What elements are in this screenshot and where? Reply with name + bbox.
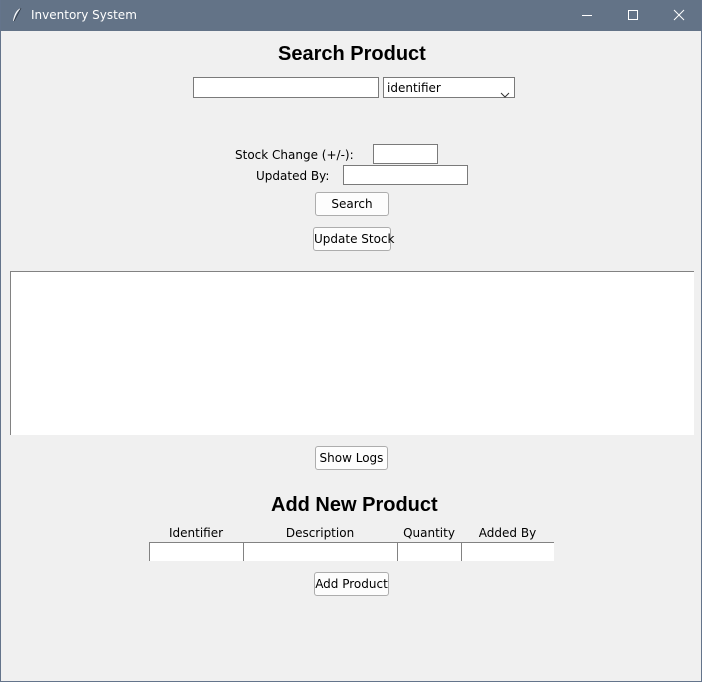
updated-by-input[interactable] <box>343 165 468 185</box>
quantity-column-label: Quantity <box>403 526 455 540</box>
maximize-icon <box>628 10 638 20</box>
description-column-label: Description <box>285 526 355 540</box>
minimize-button[interactable] <box>564 0 610 31</box>
feather-icon <box>10 7 24 23</box>
add-product-button[interactable]: Add Product <box>314 572 389 596</box>
app-window: Inventory System Search Product identifi… <box>0 0 702 682</box>
stock-change-label: Stock Change (+/-): <box>235 148 354 162</box>
identifier-input[interactable] <box>149 542 243 561</box>
maximize-button[interactable] <box>610 0 656 31</box>
stock-change-input[interactable] <box>373 144 438 164</box>
search-button[interactable]: Search <box>315 192 389 216</box>
identifier-column-label: Identifier <box>168 526 224 540</box>
add-product-heading: Add New Product <box>271 494 438 516</box>
minimize-icon <box>582 15 592 16</box>
quantity-input[interactable] <box>397 542 461 561</box>
search-input[interactable] <box>193 77 379 98</box>
title-bar[interactable]: Inventory System <box>1 0 701 31</box>
description-input[interactable] <box>243 542 397 561</box>
window-title: Inventory System <box>31 8 137 22</box>
added-by-column-label: Added By <box>478 526 537 540</box>
updated-by-label: Updated By: <box>256 169 330 183</box>
show-logs-button[interactable]: Show Logs <box>315 446 388 470</box>
close-button[interactable] <box>656 0 701 31</box>
results-textarea[interactable] <box>10 271 694 435</box>
chevron-down-icon <box>500 84 510 103</box>
search-field-dropdown[interactable]: identifier <box>383 77 515 98</box>
added-by-input[interactable] <box>461 542 554 561</box>
update-stock-button[interactable]: Update Stock <box>313 227 394 251</box>
close-icon <box>673 9 685 21</box>
search-field-value: identifier <box>387 81 441 95</box>
search-heading: Search Product <box>278 43 426 65</box>
